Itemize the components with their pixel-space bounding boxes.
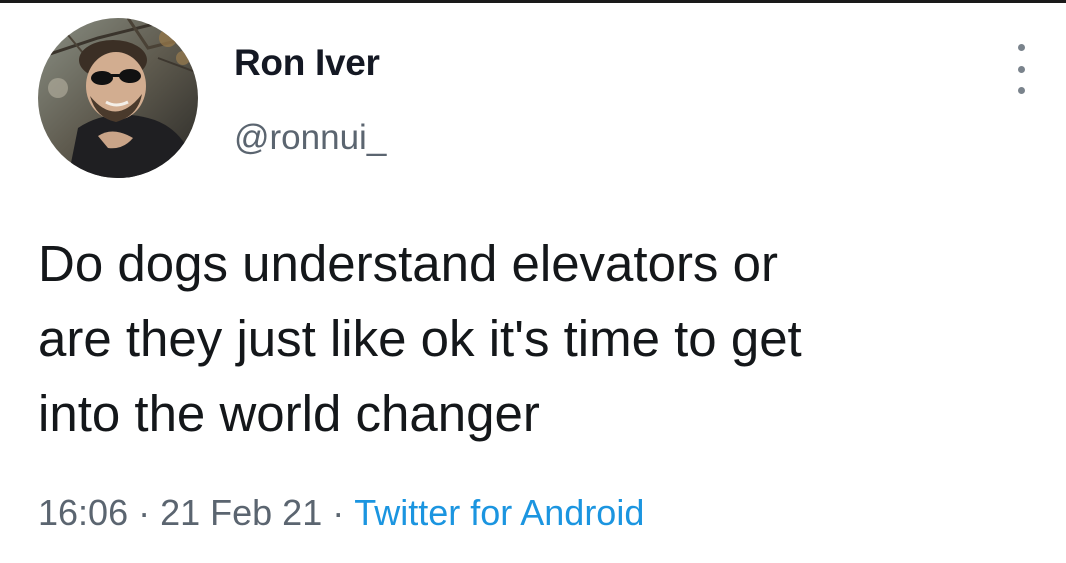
tweet-date[interactable]: 21 Feb 21 (160, 492, 322, 533)
tweet-text-line: into the world changer (38, 385, 540, 442)
tweet-text-line: Do dogs understand elevators or (38, 235, 778, 292)
avatar[interactable] (38, 18, 198, 178)
dot-icon (1017, 87, 1025, 94)
tweet-text: Do dogs understand elevators or are they… (38, 226, 1048, 451)
dot-icon (1017, 65, 1025, 73)
tweet-meta: 16:06 · 21 Feb 21 · Twitter for Android (38, 492, 644, 534)
display-name[interactable]: Ron Iver (234, 42, 380, 84)
tweet-text-line: are they just like ok it's time to get (38, 310, 802, 367)
more-vertical-icon[interactable] (1006, 44, 1036, 94)
user-handle[interactable]: @ronnui_ (234, 118, 386, 158)
tweet-card: Ron Iver @ronnui_ Do dogs understand ele… (0, 0, 1066, 563)
avatar-photo (38, 18, 198, 178)
separator: · (332, 492, 345, 533)
dot-icon (1017, 44, 1025, 51)
tweet-source-link[interactable]: Twitter for Android (354, 492, 644, 533)
separator: · (138, 492, 151, 533)
tweet-time[interactable]: 16:06 (38, 492, 128, 533)
